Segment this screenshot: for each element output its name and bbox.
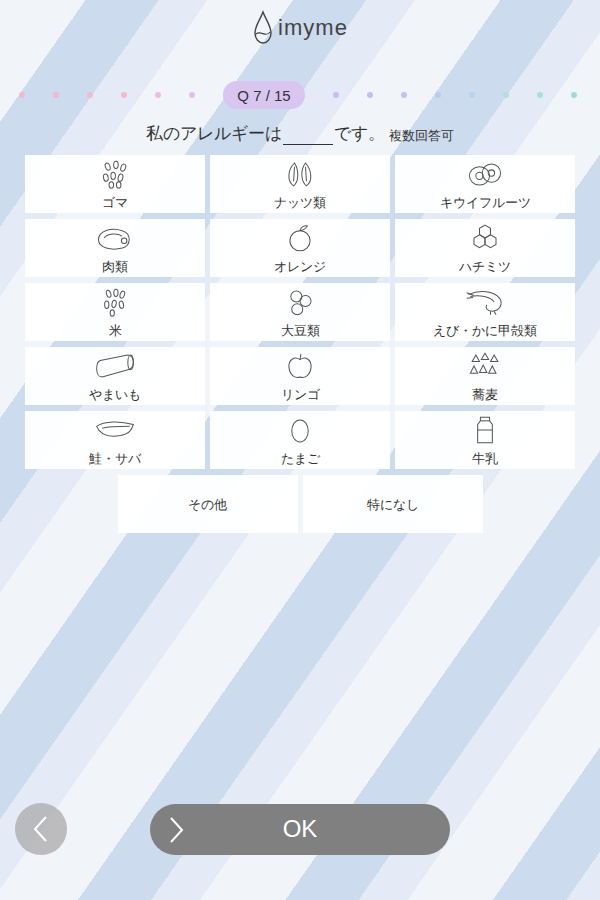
fish-fillet-icon [93, 415, 137, 445]
option-label: その他 [188, 497, 227, 513]
soybean-icon [278, 287, 322, 317]
shrimp-icon [463, 287, 507, 317]
progress-bar: Q 7 / 15 [0, 81, 600, 109]
progress-dot [87, 92, 93, 98]
option-card[interactable]: えび・かに甲殻類 [395, 283, 575, 341]
buckwheat-icon [463, 351, 507, 381]
orange-icon [278, 223, 322, 253]
option-label: 特になし [367, 497, 419, 513]
option-card[interactable]: ナッツ類 [210, 155, 390, 213]
option-label: リンゴ [281, 387, 320, 403]
progress-dot [53, 92, 59, 98]
progress-dot [121, 92, 127, 98]
option-card[interactable]: 米 [25, 283, 205, 341]
navigation: OK [0, 803, 600, 900]
egg-icon [278, 415, 322, 445]
allergy-question-screen: imyme Q 7 / 15 私のアレルギーは です。 複数回答可 ゴマ ナッツ… [0, 0, 600, 900]
option-card[interactable]: やまいも [25, 347, 205, 405]
ok-label: OK [283, 815, 318, 843]
progress-dot [469, 92, 475, 98]
option-label: 大豆類 [281, 323, 320, 339]
extra-options: その他 特になし [118, 475, 483, 533]
option-card[interactable]: キウイフルーツ [395, 155, 575, 213]
option-label: キウイフルーツ [440, 195, 531, 211]
option-label: ナッツ類 [274, 195, 326, 211]
progress-dot [401, 92, 407, 98]
progress-dot [333, 92, 339, 98]
option-label: 米 [109, 323, 122, 339]
option-card[interactable]: リンゴ [210, 347, 390, 405]
option-label: 牛乳 [472, 451, 498, 467]
question-text: です。 [334, 122, 385, 145]
option-card[interactable]: ハチミツ [395, 219, 575, 277]
progress-dot [537, 92, 543, 98]
question-note: 複数回答可 [389, 127, 454, 145]
option-card[interactable]: 鮭・サバ [25, 411, 205, 469]
option-card[interactable]: ゴマ [25, 155, 205, 213]
option-label: 蕎麦 [472, 387, 498, 403]
option-card[interactable]: 特になし [303, 475, 483, 533]
header: imyme [252, 0, 348, 50]
option-label: オレンジ [274, 259, 326, 275]
option-card[interactable]: オレンジ [210, 219, 390, 277]
option-label: やまいも [89, 387, 141, 403]
option-card[interactable]: 牛乳 [395, 411, 575, 469]
logo: imyme [252, 10, 348, 46]
option-grid: ゴマ ナッツ類 キウイフルーツ 肉類 オレンジ ハチミツ 米 大豆類 えび・かに… [25, 155, 575, 469]
option-label: 鮭・サバ [89, 451, 141, 467]
option-card[interactable]: 蕎麦 [395, 347, 575, 405]
kiwi-icon [463, 159, 507, 189]
option-card[interactable]: たまご [210, 411, 390, 469]
option-label: えび・かに甲殻類 [433, 323, 537, 339]
rice-icon [93, 287, 137, 317]
option-label: ゴマ [102, 195, 128, 211]
chevron-left-icon [31, 814, 51, 844]
option-card[interactable]: その他 [118, 475, 298, 533]
option-card[interactable]: 大豆類 [210, 283, 390, 341]
back-button[interactable] [15, 803, 67, 855]
chevron-right-icon [166, 815, 186, 845]
option-label: たまご [281, 451, 320, 467]
question-text: 私のアレルギーは [146, 122, 282, 145]
ok-button[interactable]: OK [150, 804, 450, 855]
progress-dot [189, 92, 195, 98]
progress-dot [435, 92, 441, 98]
progress-dot [155, 92, 161, 98]
progress-dot [503, 92, 509, 98]
meat-icon [93, 223, 137, 253]
option-label: 肉類 [102, 259, 128, 275]
progress-dot [19, 92, 25, 98]
honey-icon [463, 223, 507, 253]
progress-dot [367, 92, 373, 98]
yam-icon [93, 351, 137, 381]
option-label: ハチミツ [459, 259, 511, 275]
logo-text: imyme [278, 15, 348, 41]
apple-icon [278, 351, 322, 381]
sesame-icon [93, 159, 137, 189]
milk-icon [463, 415, 507, 445]
option-card[interactable]: 肉類 [25, 219, 205, 277]
answer-blank [283, 124, 333, 145]
progress-dot [571, 92, 577, 98]
nuts-icon [278, 159, 322, 189]
question: 私のアレルギーは です。 複数回答可 [146, 121, 454, 145]
drop-logo-icon [252, 10, 274, 46]
progress-label: Q 7 / 15 [223, 81, 305, 109]
